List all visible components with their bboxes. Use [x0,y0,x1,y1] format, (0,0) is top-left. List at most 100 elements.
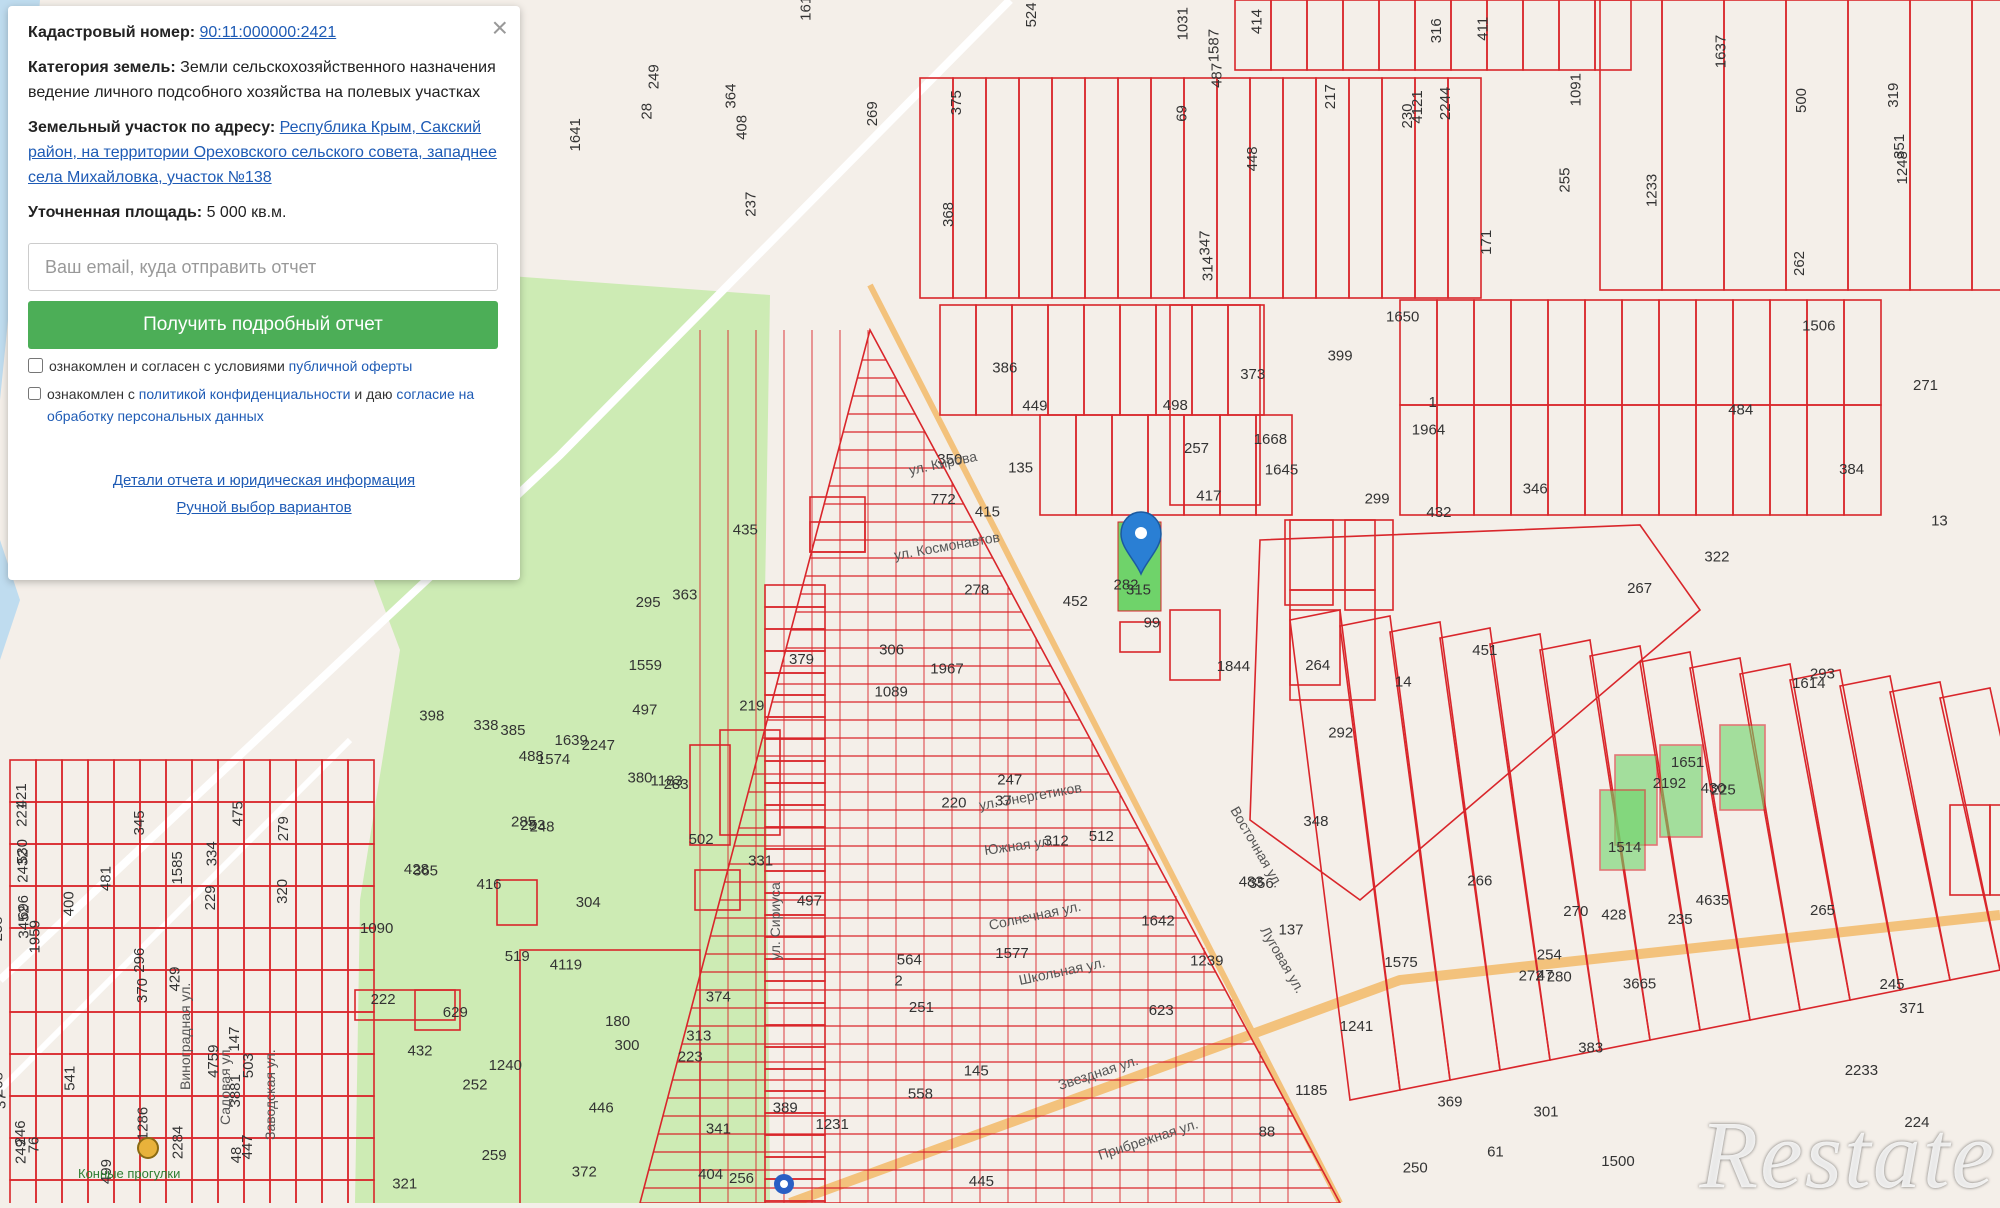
plot-label: 345 [131,810,148,835]
plot-label: 629 [443,1004,468,1021]
plot-label: 4121 [1409,90,1426,123]
plot-label: 306 [879,642,904,659]
plot-label: 558 [908,1086,933,1103]
privacy-consent-label-a: ознакомлен с [47,386,135,402]
plot-label: 1500 [1601,1153,1634,1170]
plot-label: 1585 [169,851,186,884]
plot-label: 348 [1303,813,1328,830]
plot-label: 483 [1239,873,1264,890]
plot-label: 338 [473,717,498,734]
plot-label: 319 [1885,83,1902,108]
area-value: 5 000 кв.м. [206,204,287,221]
plot-label: 3452 [16,905,33,938]
plot-label: 69 [1174,105,1191,122]
close-icon[interactable]: × [492,14,508,42]
plot-label: 1248 [1894,151,1911,184]
plot-label: 301 [1534,1104,1559,1121]
manual-selection-link[interactable]: Ручной выбор вариантов [176,499,351,516]
plot-label: 430 [1701,780,1726,797]
offer-consent-checkbox-row[interactable]: ознакомлен и согласен с условиями публич… [28,355,500,377]
plot-label: 772 [931,491,956,508]
plot-label: 299 [1365,490,1390,507]
plot-label: 512 [1089,828,1114,845]
plot-label: 3665 [1623,975,1656,992]
plot-label: 414 [1249,9,1266,34]
plot-label: 1668 [1254,431,1287,448]
plot-label: 445 [969,1173,994,1190]
plot-label: 300 [615,1037,640,1054]
plot-label: 449 [1022,397,1047,414]
plot-label: 1844 [1217,658,1250,675]
plot-label: 247 [997,772,1022,789]
plot-label: 1645 [1265,461,1298,478]
email-input[interactable] [28,243,498,291]
street-label: ул. Сириуса [767,882,783,960]
plot-label: 1286 [134,1107,151,1140]
plot-label: 88 [1259,1124,1276,1141]
report-details-link[interactable]: Детали отчета и юридическая информация [113,472,415,489]
plot-label: 135 [1008,460,1033,477]
plot-label: 435 [733,522,758,539]
plot-label: 137 [1279,922,1304,939]
plot-label: 257 [1184,440,1209,457]
plot-label: 295 [636,594,661,611]
plot-label: 2247 [582,737,615,754]
plot-label: 1575 [1384,954,1417,971]
plot-label: 2 [894,973,902,990]
plot-label: 254 [1537,947,1562,964]
parcel-info-panel: × Кадастровый номер: 90:11:000000:2421 К… [8,6,520,580]
plot-label: 1964 [1412,421,1445,438]
plot-label: 347 [1197,230,1214,255]
plot-label: 4119 [550,956,582,973]
plot-label: 322 [1704,549,1729,566]
plot-label: 2233 [1845,1062,1878,1079]
plot-label: 2432 [15,849,32,882]
offer-consent-label: ознакомлен и согласен с условиями [49,358,285,374]
plot-label: 484 [1728,402,1753,419]
plot-label: 1240 [489,1057,522,1074]
panel-links: Детали отчета и юридическая информация Р… [28,467,500,521]
plot-label: 389 [773,1100,798,1117]
plot-label: 541 [62,1066,79,1091]
land-use-value: ведение личного подсобного хозяйства на … [28,84,481,101]
plot-label: 1241 [1340,1018,1373,1035]
plot-label: 48 [228,1147,245,1164]
privacy-consent-checkbox-row[interactable]: ознакомлен с политикой конфиденциальност… [28,383,500,427]
plot-label: 341 [706,1121,731,1138]
plot-label: 1650 [1386,308,1419,325]
plot-label: 265 [1810,902,1835,919]
plot-label: 497 [797,893,822,910]
plot-label: 475 [229,801,246,826]
privacy-policy-link[interactable]: политикой конфиденциальности [139,386,351,402]
offer-consent-checkbox[interactable] [28,358,43,373]
plot-label: 415 [975,504,1000,521]
plot-label: 313 [686,1028,711,1045]
plot-label: 1031 [1175,7,1192,40]
privacy-consent-checkbox[interactable] [28,386,41,401]
plot-label: 416 [477,876,502,893]
plot-label: 320 [274,879,291,904]
plot-label: 1231 [816,1116,849,1133]
plot-label: 375 [948,90,965,115]
cadastral-number-link[interactable]: 90:11:000000:2421 [200,24,337,41]
public-offer-link[interactable]: публичной оферты [289,358,413,374]
plot-label: 373 [1240,366,1265,383]
plot-label: 386 [992,359,1017,376]
plot-label: 250 [1403,1159,1428,1176]
get-report-button[interactable]: Получить подробный отчет [28,301,498,349]
plot-label: 219 [739,698,764,715]
plot-label: 37 [0,1092,9,1109]
plot-label: 245 [1880,976,1905,993]
plot-label: 304 [576,894,601,911]
plot-label: 623 [1149,1002,1174,1019]
plot-label: 2284 [169,1126,186,1159]
plot-label: 47 [1537,967,1554,984]
plot-label: 398 [419,707,444,724]
plot-label: 316 [1428,18,1445,43]
restate-watermark: Restate [1699,1101,1996,1208]
plot-label: 1967 [930,661,963,678]
plot-label: 262 [1791,251,1808,276]
plot-label: 13 [1931,512,1948,529]
plot-label: 404 [698,1166,723,1183]
plot-label: 279 [275,816,292,841]
